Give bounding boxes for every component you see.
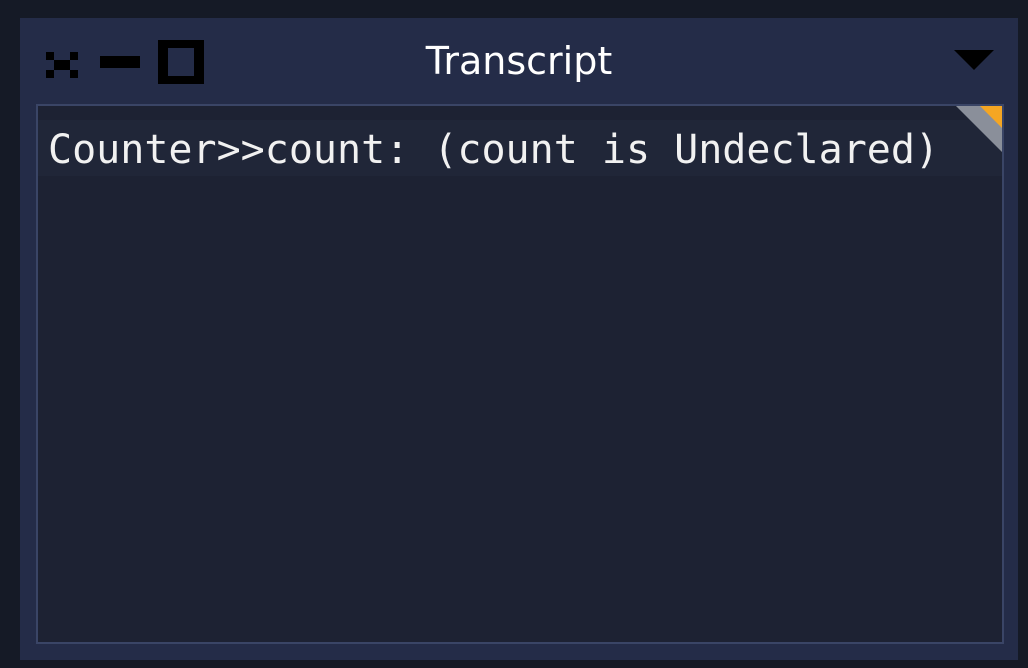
dropdown-triangle-icon — [954, 50, 994, 70]
transcript-pane[interactable]: Counter>>count: (count is Undeclared) — [36, 104, 1004, 644]
transcript-line-text: Counter>>count: (count is Undeclared) — [48, 127, 940, 173]
title-bar[interactable]: Transcript — [20, 18, 1018, 104]
corner-fold-icon[interactable] — [956, 106, 1002, 152]
transcript-line: Counter>>count: (count is Undeclared) — [38, 120, 1002, 176]
window-menu-button[interactable] — [950, 36, 1000, 86]
transcript-window: Transcript Counter>>count: (count is Und… — [20, 18, 1018, 660]
window-title: Transcript — [425, 39, 613, 83]
